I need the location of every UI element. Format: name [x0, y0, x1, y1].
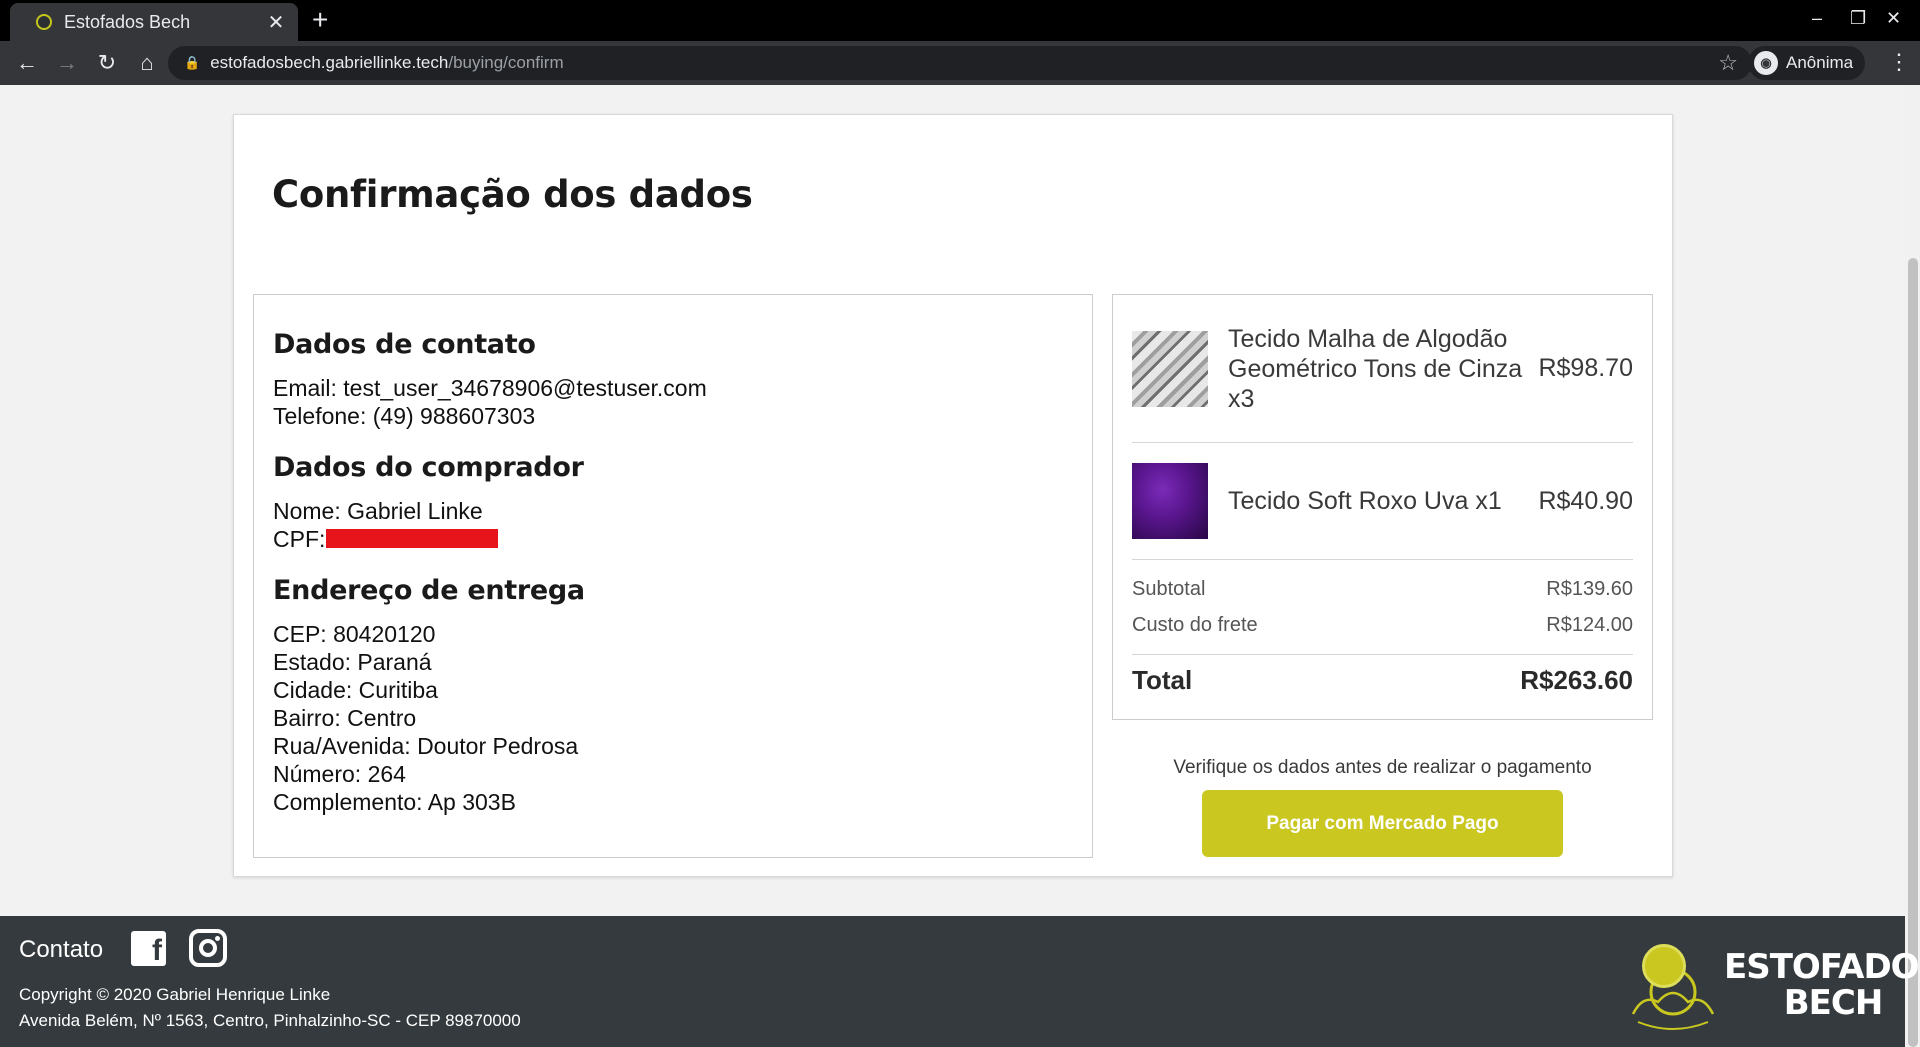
subtotal-row: Subtotal R$139.60 — [1132, 578, 1633, 601]
home-icon[interactable]: ⌂ — [128, 44, 166, 82]
total-row: Total R$263.60 — [1132, 665, 1633, 696]
address-district: Bairro: Centro — [273, 705, 417, 731]
brand-logo[interactable]: ESTOFADOS BECH — [1614, 924, 1920, 1039]
star-icon[interactable]: ☆ — [1718, 50, 1738, 76]
favicon-icon — [36, 14, 52, 30]
profile-label: Anônima — [1786, 53, 1854, 72]
url-host: estofadosbech.gabriellinke.tech — [210, 53, 449, 72]
total-value: R$263.60 — [1520, 665, 1633, 695]
order-summary-box: Tecido Malha de Algodão Geométrico Tons … — [1112, 294, 1653, 720]
contact-email: Email: test_user_34678906@testuser.com — [273, 375, 707, 401]
address-number: Número: 264 — [273, 761, 406, 787]
address-complement: Complemento: Ap 303B — [273, 789, 516, 815]
incognito-icon: ◉ — [1754, 51, 1778, 75]
browser-tab[interactable]: Estofados Bech ✕ — [10, 3, 298, 41]
buyer-cpf: CPF: — [273, 525, 1073, 553]
order-item-price: R$40.90 — [1538, 486, 1633, 515]
logo-text: ESTOFADOS BECH — [1724, 949, 1920, 1021]
payment-note: Verifique os dados antes de realizar o p… — [1173, 757, 1592, 778]
contact-heading: Dados de contato — [273, 329, 536, 360]
minimize-button[interactable]: – — [1812, 8, 1822, 29]
footer-contact-label: Contato — [19, 936, 104, 963]
back-icon[interactable]: ← — [8, 44, 46, 82]
contact-details: Email: test_user_34678906@testuser.com T… — [273, 374, 1073, 430]
order-item-name: Tecido Malha de Algodão Geométrico Tons … — [1228, 324, 1523, 413]
order-item: Tecido Soft Roxo Uva x1 R$40.90 — [1132, 443, 1633, 560]
buyer-name: Nome: Gabriel Linke — [273, 498, 483, 524]
logo-line-2: BECH — [1783, 983, 1884, 1023]
order-item-price: R$98.70 — [1538, 354, 1633, 382]
logo-seat-icon — [1642, 944, 1686, 988]
buyer-details: Nome: Gabriel Linke CPF: — [273, 497, 1073, 553]
product-thumbnail — [1132, 330, 1208, 407]
footer: Contato f Copyright © 2020 Gabriel Henri… — [0, 916, 1920, 1047]
customer-info-box: Dados de contato Email: test_user_346789… — [253, 294, 1093, 858]
browser-tabbar: Estofados Bech ✕ + – ❐ ✕ — [0, 0, 1920, 41]
contact-phone: Telefone: (49) 988607303 — [273, 403, 536, 429]
tab-close-icon[interactable]: ✕ — [266, 10, 286, 35]
pay-mercado-pago-button[interactable]: Pagar com Mercado Pago — [1202, 790, 1563, 857]
reload-icon[interactable]: ↻ — [88, 44, 126, 82]
address-bar[interactable]: 🔒 estofadosbech.gabriellinke.tech/buying… — [168, 46, 1752, 80]
subtotal-value: R$139.60 — [1546, 578, 1633, 600]
address-cep: CEP: 80420120 — [273, 621, 436, 647]
cpf-redaction — [326, 529, 499, 548]
product-thumbnail — [1132, 463, 1208, 539]
shipping-label: Custo do frete — [1132, 614, 1258, 636]
page-title: Confirmação dos dados — [272, 173, 753, 216]
logo-line-1: ESTOFADOS — [1724, 947, 1920, 987]
restore-button[interactable]: ❐ — [1850, 8, 1866, 29]
lock-icon[interactable]: 🔒 — [184, 55, 200, 71]
shipping-value: R$124.00 — [1546, 614, 1633, 636]
address-heading: Endereço de entrega — [273, 575, 585, 606]
total-label: Total — [1132, 665, 1193, 695]
close-window-button[interactable]: ✕ — [1886, 8, 1901, 29]
footer-info: Copyright © 2020 Gabriel Henrique Linke … — [19, 982, 521, 1034]
address-street: Rua/Avenida: Doutor Pedrosa — [273, 733, 579, 759]
cpf-label: CPF: — [273, 526, 326, 552]
scrollbar-thumb[interactable] — [1908, 258, 1918, 1047]
shipping-row: Custo do frete R$124.00 — [1132, 614, 1633, 655]
buyer-heading: Dados do comprador — [273, 452, 584, 483]
address-city: Cidade: Curitiba — [273, 677, 438, 703]
forward-icon[interactable]: → — [48, 44, 86, 82]
confirmation-card: Confirmação dos dados Dados de contato E… — [233, 114, 1673, 877]
address-details: CEP: 80420120 Estado: Paraná Cidade: Cur… — [273, 620, 1073, 816]
menu-icon[interactable]: ⋮ — [1888, 49, 1910, 75]
instagram-icon[interactable] — [189, 929, 227, 967]
profile-button[interactable]: ◉ Anônima — [1748, 46, 1866, 80]
footer-address: Avenida Belém, Nº 1563, Centro, Pinhalzi… — [19, 1011, 521, 1030]
order-item-name: Tecido Soft Roxo Uva x1 — [1228, 487, 1502, 515]
order-item: Tecido Malha de Algodão Geométrico Tons … — [1132, 295, 1633, 443]
url-path: /buying/confirm — [448, 53, 564, 72]
new-tab-button[interactable]: + — [312, 6, 328, 34]
browser-toolbar: ← → ↻ ⌂ 🔒 estofadosbech.gabriellinke.tec… — [0, 41, 1920, 85]
footer-copyright: Copyright © 2020 Gabriel Henrique Linke — [19, 985, 331, 1004]
address-state: Estado: Paraná — [273, 649, 432, 675]
tab-title: Estofados Bech — [64, 11, 191, 32]
subtotal-label: Subtotal — [1132, 578, 1206, 600]
facebook-icon[interactable]: f — [131, 931, 166, 967]
